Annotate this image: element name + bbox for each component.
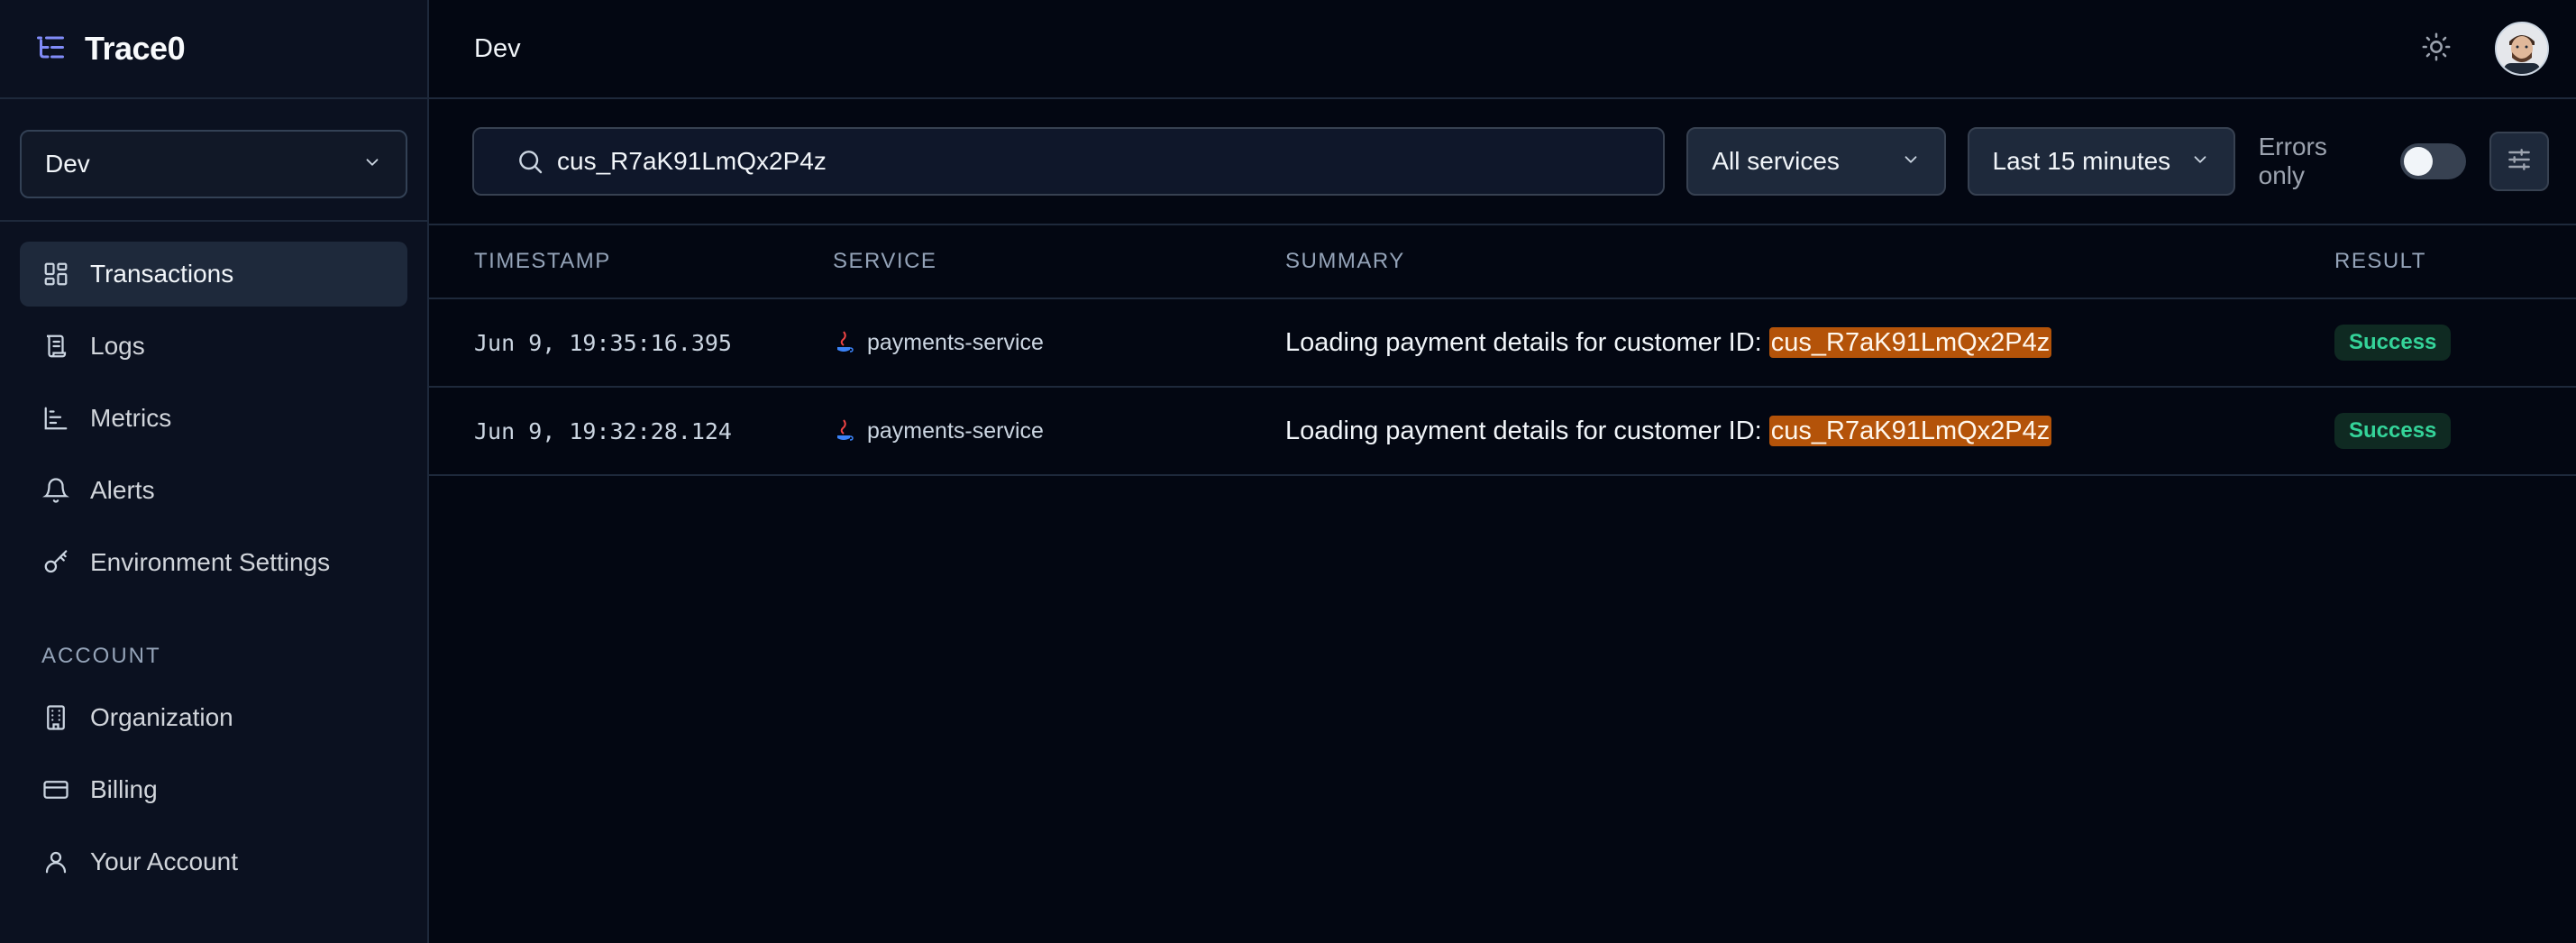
sidebar-item-organization[interactable]: Organization <box>20 685 407 750</box>
toggle-knob <box>2403 147 2433 176</box>
java-icon <box>833 418 854 444</box>
service-cell: payments-service <box>833 330 1285 356</box>
service-name: payments-service <box>867 417 1044 444</box>
summary-search-highlight: cus_R7aK91LmQx2P4z <box>1768 415 2052 446</box>
account-nav: Organization Billing Your Account <box>0 685 427 894</box>
bell-icon <box>41 476 70 505</box>
sidebar-item-billing[interactable]: Billing <box>20 757 407 822</box>
filter-settings-button[interactable] <box>2489 132 2550 191</box>
filter-bar: cus_R7aK91LmQx2P4z All services Last 15 … <box>429 99 2576 225</box>
environment-picker-wrap: Dev <box>0 99 427 222</box>
transactions-table: TIMESTAMP SERVICE SUMMARY RESULT Jun 9, … <box>429 225 2576 476</box>
sidebar-item-metrics[interactable]: Metrics <box>20 386 407 451</box>
summary-cell: Loading payment details for customer ID:… <box>1285 415 2334 446</box>
column-header-service[interactable]: SERVICE <box>833 249 1285 274</box>
sidebar-item-label: Transactions <box>90 260 234 288</box>
service-name: payments-service <box>867 329 1044 355</box>
table-row[interactable]: Jun 9, 19:35:16.395 payments-service Loa… <box>429 299 2576 388</box>
table-row[interactable]: Jun 9, 19:32:28.124 payments-service Loa… <box>429 388 2576 476</box>
search-icon <box>516 147 544 176</box>
errors-only-label: Errors only <box>2258 133 2327 189</box>
summary-search-highlight: cus_R7aK91LmQx2P4z <box>1768 326 2052 358</box>
sidebar-item-label: Billing <box>90 775 158 803</box>
app-root: Trace0 Dev Transactions Logs Metrics Ale… <box>0 0 2576 943</box>
status-badge: Success <box>2334 413 2452 449</box>
list-tree-icon <box>34 32 67 65</box>
column-header-summary[interactable]: SUMMARY <box>1285 249 2334 274</box>
service-cell: payments-service <box>833 418 1285 444</box>
timestamp-cell: Jun 9, 19:32:28.124 <box>474 417 732 444</box>
sliders-icon <box>2505 145 2534 179</box>
column-header-result[interactable]: RESULT <box>2334 249 2576 274</box>
scroll-icon <box>41 332 70 361</box>
sidebar-item-transactions[interactable]: Transactions <box>20 242 407 307</box>
sidebar-item-label: Alerts <box>90 476 155 504</box>
main-content: Dev cus_R7aK91LmQx2P4z All services Last… <box>429 0 2576 943</box>
sidebar-item-label: Organization <box>90 703 233 731</box>
brand-name: Trace0 <box>85 30 186 67</box>
table-header: TIMESTAMP SERVICE SUMMARY RESULT <box>429 225 2576 299</box>
sidebar-item-label: Logs <box>90 332 145 360</box>
time-range-dropdown[interactable]: Last 15 minutes <box>1967 127 2235 196</box>
brand[interactable]: Trace0 <box>0 0 427 99</box>
status-badge: Success <box>2334 325 2452 361</box>
account-section-label: ACCOUNT <box>41 644 161 668</box>
credit-card-icon <box>41 775 70 804</box>
summary-cell: Loading payment details for customer ID:… <box>1285 326 2334 358</box>
sidebar-item-logs[interactable]: Logs <box>20 314 407 379</box>
summary-text: Loading payment details for customer ID: <box>1285 327 1769 357</box>
sidebar-item-your-account[interactable]: Your Account <box>20 829 407 894</box>
sidebar-item-label: Your Account <box>90 847 238 875</box>
search-input-value: cus_R7aK91LmQx2P4z <box>557 147 827 175</box>
column-header-timestamp[interactable]: TIMESTAMP <box>429 249 833 274</box>
topbar: Dev <box>429 0 2576 99</box>
sidebar: Trace0 Dev Transactions Logs Metrics Ale… <box>0 0 429 943</box>
services-dropdown-value: All services <box>1712 147 1840 175</box>
summary-text: Loading payment details for customer ID: <box>1285 416 1769 445</box>
timestamp-cell: Jun 9, 19:35:16.395 <box>474 329 732 356</box>
chevron-down-icon <box>362 150 382 179</box>
services-dropdown[interactable]: All services <box>1686 127 1946 196</box>
sidebar-item-label: Environment Settings <box>90 548 331 576</box>
chevron-down-icon <box>2190 147 2210 176</box>
sidebar-nav: Transactions Logs Metrics Alerts Environ… <box>0 222 427 595</box>
result-cell: Success <box>2334 413 2576 449</box>
search-input[interactable]: cus_R7aK91LmQx2P4z <box>472 127 1666 196</box>
errors-only-toggle[interactable] <box>2399 143 2467 179</box>
chart-icon <box>41 404 70 433</box>
avatar[interactable] <box>2495 22 2549 76</box>
sidebar-item-label: Metrics <box>90 404 172 432</box>
sidebar-item-environment-settings[interactable]: Environment Settings <box>20 530 407 595</box>
page-title: Dev <box>474 33 521 63</box>
user-icon <box>41 847 70 876</box>
result-cell: Success <box>2334 325 2576 361</box>
time-range-dropdown-value: Last 15 minutes <box>1992 147 2171 175</box>
sun-icon[interactable] <box>2421 32 2452 67</box>
key-icon <box>41 548 70 577</box>
chevron-down-icon <box>1901 147 1921 176</box>
building-icon <box>41 703 70 732</box>
sidebar-item-alerts[interactable]: Alerts <box>20 458 407 523</box>
java-icon <box>833 330 854 355</box>
layout-grid-icon <box>41 260 70 288</box>
environment-select-value: Dev <box>45 150 90 178</box>
topbar-actions <box>2421 22 2549 76</box>
environment-select[interactable]: Dev <box>20 130 407 198</box>
